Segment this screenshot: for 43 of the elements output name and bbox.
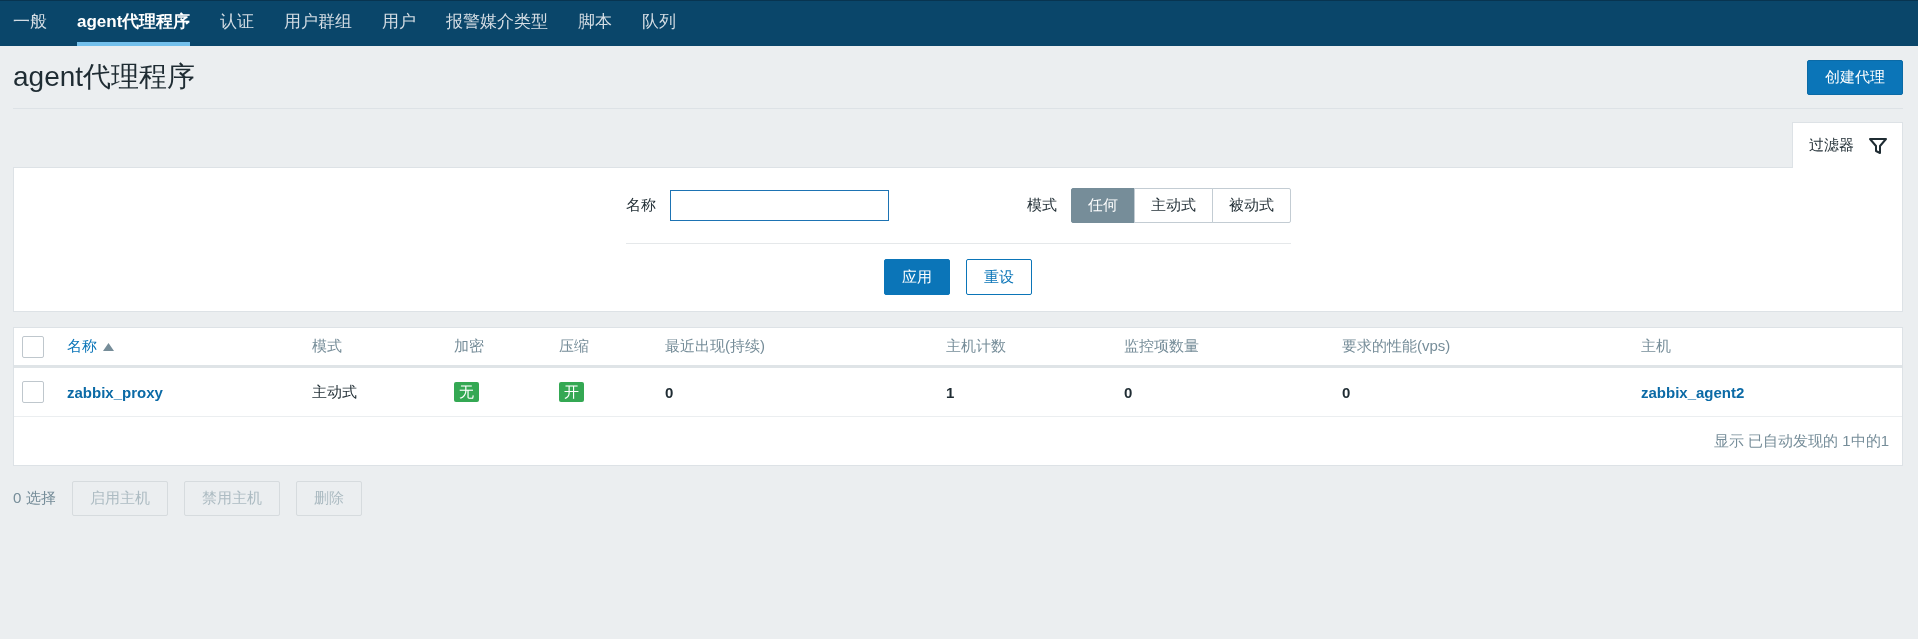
- nav-tab[interactable]: agent代理程序: [77, 1, 191, 46]
- column-header[interactable]: 最近出现(持续): [665, 337, 765, 356]
- page-title: agent代理程序: [13, 60, 196, 94]
- table-cell: 0: [1124, 383, 1133, 401]
- result-count: 显示 已自动发现的 1中的1: [1713, 431, 1889, 451]
- table-link[interactable]: zabbix_proxy: [67, 383, 163, 401]
- nav-tab[interactable]: 一般: [13, 1, 59, 46]
- nav-tab[interactable]: 用户群组: [284, 1, 365, 46]
- nav-tab[interactable]: 用户: [382, 1, 429, 46]
- name-label: 名称: [625, 196, 656, 215]
- name-field[interactable]: [669, 190, 889, 221]
- column-header[interactable]: 加密: [454, 337, 484, 356]
- mode-label: 模式: [1026, 196, 1057, 215]
- filter-tab[interactable]: 过滤器: [1792, 122, 1903, 168]
- selected-count: 0 选择: [13, 489, 56, 508]
- column-header[interactable]: 监控项数量: [1124, 337, 1199, 356]
- column-header[interactable]: 名称: [67, 337, 114, 356]
- mode-option[interactable]: 被动式: [1211, 188, 1291, 223]
- mode-option[interactable]: 任何: [1070, 188, 1135, 223]
- status-badge: 无: [454, 382, 479, 402]
- table-cell: 0: [1342, 383, 1351, 401]
- status-badge: 开: [559, 382, 584, 402]
- create-proxy-button[interactable]: 创建代理: [1807, 59, 1903, 95]
- table-link[interactable]: zabbix_agent2: [1641, 383, 1745, 401]
- sort-ascending-icon: [103, 342, 114, 351]
- reset-button[interactable]: 重设: [966, 259, 1032, 295]
- nav-tab[interactable]: 认证: [220, 1, 267, 46]
- column-header[interactable]: 压缩: [559, 337, 589, 356]
- nav-tab[interactable]: 报警媒介类型: [446, 1, 561, 46]
- column-header[interactable]: 主机: [1641, 337, 1671, 356]
- select-all-checkbox[interactable]: [22, 335, 44, 358]
- column-header[interactable]: 要求的性能(vps): [1342, 337, 1451, 356]
- nav-tab[interactable]: 脚本: [578, 1, 625, 46]
- nav-tab[interactable]: 队列: [642, 1, 689, 46]
- filter-funnel-icon: [1868, 135, 1888, 156]
- apply-button[interactable]: 应用: [884, 259, 950, 295]
- column-header[interactable]: 模式: [312, 337, 342, 356]
- table-cell: 1: [946, 383, 955, 401]
- mode-option[interactable]: 主动式: [1133, 188, 1213, 223]
- table-cell: 0: [665, 383, 674, 401]
- column-header[interactable]: 主机计数: [946, 337, 1006, 356]
- table-cell: 主动式: [312, 382, 357, 402]
- row-checkbox[interactable]: [22, 381, 44, 403]
